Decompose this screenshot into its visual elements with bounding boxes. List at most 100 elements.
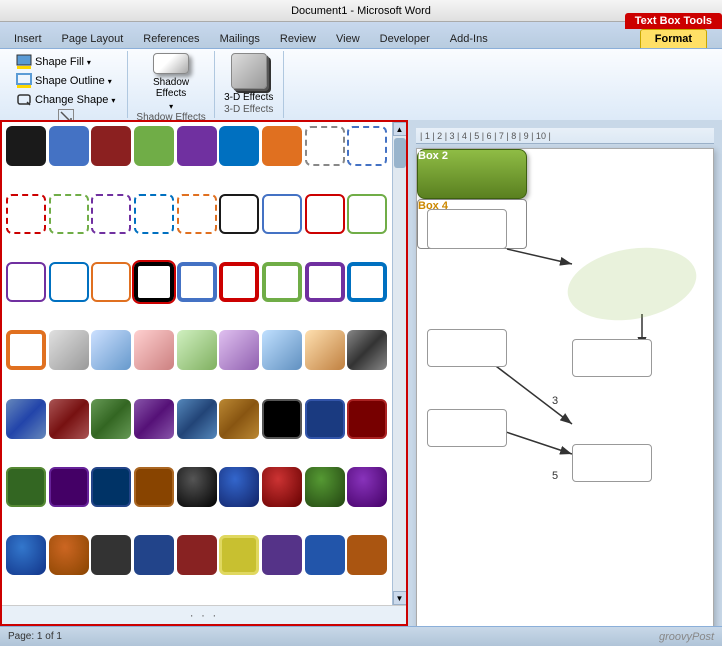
shape-item[interactable] — [91, 535, 131, 575]
shape-item[interactable] — [305, 262, 345, 302]
tab-addins[interactable]: Add-Ins — [440, 30, 498, 48]
shape-item[interactable] — [6, 467, 46, 507]
dots-indicator: · · · — [2, 605, 406, 624]
connector-box-1 — [427, 209, 507, 249]
change-shape-button[interactable]: Change Shape ▾ — [12, 91, 119, 109]
shape-item[interactable] — [91, 194, 131, 234]
shape-item[interactable] — [134, 194, 174, 234]
tab-mailings[interactable]: Mailings — [210, 30, 270, 48]
scroll-thumb[interactable] — [394, 138, 406, 168]
shape-item[interactable] — [6, 330, 46, 370]
shadow-effects-button[interactable]: Shadow Effects ▾ — [145, 53, 197, 111]
shape-item[interactable] — [49, 467, 89, 507]
shape-item[interactable] — [49, 194, 89, 234]
tab-references[interactable]: References — [133, 30, 209, 48]
shape-item[interactable] — [49, 399, 89, 439]
shape-item[interactable] — [177, 535, 217, 575]
shape-item[interactable] — [134, 467, 174, 507]
title-bar: Document1 - Microsoft Word — [0, 0, 722, 22]
shape-item[interactable] — [262, 126, 302, 166]
scroll-down-button[interactable]: ▼ — [393, 591, 407, 605]
shape-item[interactable] — [177, 399, 217, 439]
shape-item[interactable] — [305, 399, 345, 439]
shape-item[interactable] — [6, 194, 46, 234]
ruler: | 1 | 2 | 3 | 4 | 5 | 6 | 7 | 8 | 9 | 10… — [416, 128, 714, 144]
shape-outline-button[interactable]: Shape Outline ▾ — [12, 72, 119, 90]
status-text: Page: 1 of 1 — [8, 631, 62, 642]
shape-item[interactable] — [219, 262, 259, 302]
fill-icon — [16, 54, 32, 70]
tab-review[interactable]: Review — [270, 30, 326, 48]
connector-box-5 — [572, 444, 652, 482]
shape-fill-button[interactable]: Shape Fill ▾ — [12, 53, 119, 71]
shape-item[interactable] — [91, 467, 131, 507]
shape-item[interactable] — [134, 399, 174, 439]
shape-item[interactable] — [219, 330, 259, 370]
shape-item[interactable] — [49, 262, 89, 302]
shape-item[interactable] — [305, 467, 345, 507]
shape-item[interactable] — [134, 535, 174, 575]
shadow-effects-icon — [153, 53, 189, 74]
shape-item[interactable] — [262, 399, 302, 439]
contextual-tab-group: Text Box Tools Format — [625, 13, 722, 48]
shape-item[interactable] — [6, 126, 46, 166]
tab-insert[interactable]: Insert — [4, 30, 52, 48]
shape-item[interactable] — [347, 467, 387, 507]
scroll-up-button[interactable]: ▲ — [393, 122, 407, 136]
shape-item[interactable] — [347, 330, 387, 370]
shape-item[interactable] — [134, 330, 174, 370]
status-bar: Page: 1 of 1 groovyPost — [0, 626, 722, 646]
shape-item[interactable] — [134, 126, 174, 166]
shape-item[interactable] — [49, 126, 89, 166]
shape-item[interactable] — [305, 330, 345, 370]
shape-item[interactable] — [262, 330, 302, 370]
fill-chevron-icon: ▾ — [87, 58, 91, 67]
shape-item[interactable] — [262, 467, 302, 507]
shape-item[interactable] — [219, 399, 259, 439]
threed-icon — [231, 53, 267, 89]
shape-item[interactable] — [91, 262, 131, 302]
threed-effects-button[interactable]: 3-D Effects — [223, 53, 275, 103]
change-shape-label: Change Shape — [35, 94, 108, 106]
shape-item[interactable] — [177, 467, 217, 507]
shape-item[interactable] — [177, 262, 217, 302]
shape-item[interactable] — [305, 126, 345, 166]
shape-item[interactable] — [347, 194, 387, 234]
shape-item[interactable] — [177, 330, 217, 370]
svg-text:3: 3 — [552, 395, 558, 407]
tab-format[interactable]: Format — [640, 29, 707, 48]
shape-item[interactable] — [6, 399, 46, 439]
shape-item[interactable] — [347, 262, 387, 302]
tab-page-layout[interactable]: Page Layout — [52, 30, 134, 48]
shape-item[interactable] — [91, 399, 131, 439]
shape-item[interactable] — [177, 194, 217, 234]
shape-item[interactable] — [347, 399, 387, 439]
shape-item[interactable] — [262, 535, 302, 575]
shape-item[interactable] — [91, 330, 131, 370]
shape-item[interactable] — [91, 126, 131, 166]
ribbon-commands: Shape Fill ▾ Shape Outline ▾ — [0, 48, 722, 120]
shape-item[interactable] — [262, 194, 302, 234]
shape-item[interactable] — [262, 262, 302, 302]
shape-item[interactable] — [219, 126, 259, 166]
tab-view[interactable]: View — [326, 30, 370, 48]
shape-item[interactable] — [49, 330, 89, 370]
shape-item-selected[interactable] — [134, 262, 174, 302]
shape-item[interactable] — [219, 467, 259, 507]
main-area: ▲ ▼ · · · | 1 | 2 | 3 | 4 | 5 | 6 | 7 | … — [0, 120, 722, 626]
shape-item[interactable] — [49, 535, 89, 575]
shape-item[interactable] — [219, 194, 259, 234]
shape-item[interactable] — [6, 535, 46, 575]
shape-item[interactable] — [219, 535, 259, 575]
shape-fill-label: Shape Fill — [35, 56, 84, 68]
shape-picker-panel: ▲ ▼ · · · — [0, 120, 408, 626]
document-content: 3 5 Box 2 Box 4 — [416, 148, 714, 626]
shape-item[interactable] — [305, 194, 345, 234]
shape-item[interactable] — [177, 126, 217, 166]
shape-item[interactable] — [305, 535, 345, 575]
groovy-logo: groovyPost — [659, 631, 714, 643]
shape-item[interactable] — [347, 535, 387, 575]
shape-item[interactable] — [347, 126, 387, 166]
tab-developer[interactable]: Developer — [370, 30, 440, 48]
shape-item[interactable] — [6, 262, 46, 302]
